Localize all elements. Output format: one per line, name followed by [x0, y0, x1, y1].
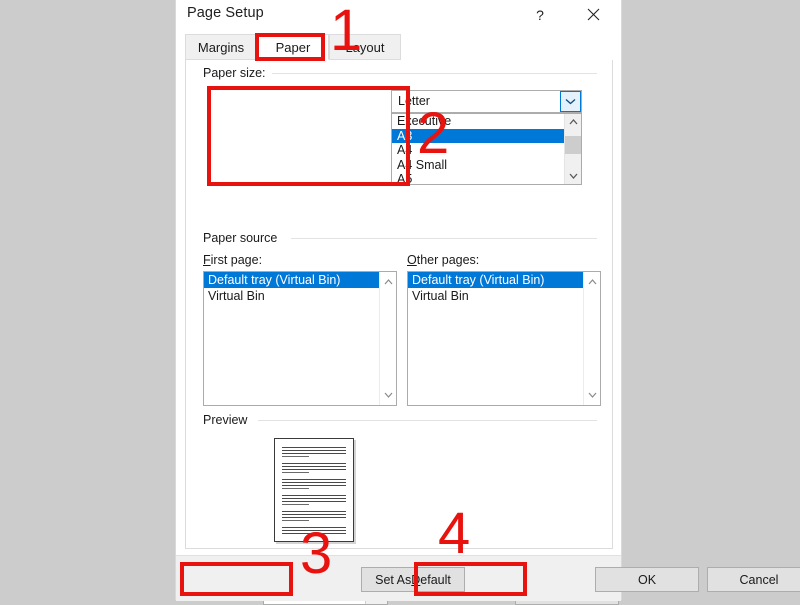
tab-paper[interactable]: Paper: [257, 34, 329, 60]
paper-size-group-label: Paper size:: [203, 66, 272, 80]
paper-source-group-label: Paper source: [203, 231, 284, 245]
paper-source-group-rule: [291, 238, 597, 239]
first-page-label: FFirst page:irst page:: [203, 253, 263, 267]
set-as-default-button[interactable]: Set As Default: [361, 567, 465, 592]
preview-group-label: Preview: [203, 413, 254, 427]
help-icon[interactable]: ?: [518, 0, 562, 29]
page-preview: [274, 438, 354, 542]
other-pages-tray-list[interactable]: Default tray (Virtual Bin) Virtual Bin: [407, 271, 601, 406]
list-item[interactable]: Default tray (Virtual Bin): [408, 272, 600, 288]
other-pages-label: Other pages:: [407, 253, 480, 267]
dropdown-option[interactable]: A3: [392, 128, 581, 143]
dialog-title-bar: Page Setup ?: [176, 0, 621, 29]
list-item[interactable]: Default tray (Virtual Bin): [204, 272, 396, 288]
dropdown-option[interactable]: A4: [392, 143, 581, 158]
dropdown-option[interactable]: Executive: [392, 114, 581, 129]
scrollbar[interactable]: [379, 272, 396, 405]
list-item[interactable]: Virtual Bin: [204, 288, 396, 304]
dialog-title: Page Setup: [187, 5, 264, 21]
chevron-down-icon[interactable]: [584, 387, 600, 403]
scrollbar[interactable]: [583, 272, 600, 405]
paper-size-value: Letter: [398, 94, 430, 108]
list-item[interactable]: Virtual Bin: [408, 288, 600, 304]
chevron-up-icon[interactable]: [565, 114, 581, 130]
first-page-tray-list[interactable]: Default tray (Virtual Bin) Virtual Bin: [203, 271, 397, 406]
scrollbar[interactable]: [564, 114, 581, 184]
close-icon[interactable]: [571, 0, 615, 29]
chevron-down-icon[interactable]: [380, 387, 396, 403]
chevron-down-icon[interactable]: [560, 91, 581, 112]
ok-button[interactable]: OK: [595, 567, 699, 592]
paper-size-option-list[interactable]: Executive A3 A4 A4 Small A5: [391, 113, 582, 185]
cancel-button[interactable]: Cancel: [707, 567, 800, 592]
dropdown-option[interactable]: A5: [392, 172, 581, 184]
tab-strip: Margins Paper Layout: [185, 34, 613, 61]
chevron-up-icon[interactable]: [584, 274, 600, 290]
paper-size-dropdown[interactable]: Letter: [391, 90, 582, 113]
scrollbar-thumb[interactable]: [565, 136, 581, 154]
dropdown-option[interactable]: A4 Small: [392, 158, 581, 173]
paper-size-group-rule: [272, 73, 597, 74]
preview-group-rule: [258, 420, 597, 421]
tab-layout[interactable]: Layout: [329, 34, 401, 60]
tab-margins[interactable]: Margins: [185, 34, 257, 60]
page-setup-dialog: Page Setup ? Margins Paper Layout Paper …: [175, 0, 800, 605]
chevron-down-icon[interactable]: [565, 168, 581, 184]
chevron-up-icon[interactable]: [380, 274, 396, 290]
